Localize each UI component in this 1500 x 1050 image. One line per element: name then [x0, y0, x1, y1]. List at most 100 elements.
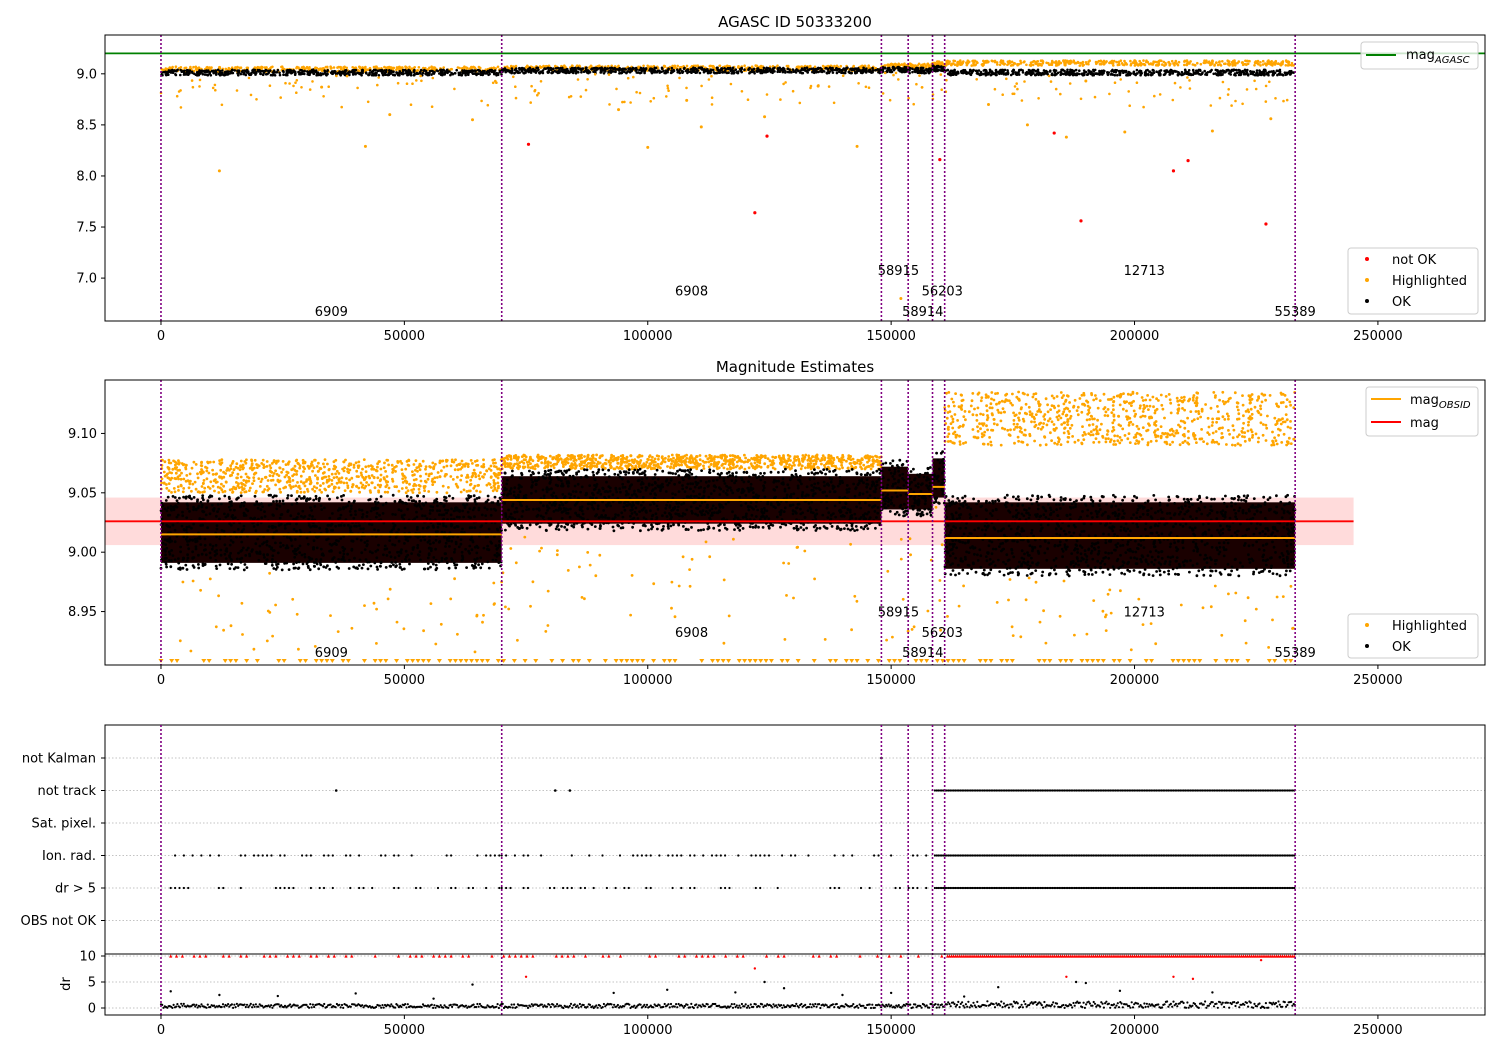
highlighted-point — [451, 478, 455, 481]
y-tick-label: 7.0 — [76, 272, 97, 287]
highlighted-point — [424, 467, 427, 471]
highlighted-point — [287, 475, 291, 479]
highlighted-point — [578, 457, 581, 461]
highlighted-point — [1135, 81, 1139, 84]
highlighted-point — [252, 472, 256, 476]
ok-point — [408, 70, 411, 74]
highlighted-point — [377, 76, 381, 79]
highlighted-point — [407, 464, 411, 467]
highlighted-point — [251, 482, 254, 485]
highlighted-point — [666, 86, 670, 90]
highlighted-point — [496, 65, 500, 69]
highlighted-point — [523, 454, 527, 457]
highlighted-point — [473, 460, 477, 463]
highlighted-point — [678, 76, 681, 80]
ok-point — [174, 73, 177, 76]
highlighted-point — [1253, 79, 1256, 83]
highlighted-point — [460, 459, 464, 463]
highlighted-point — [418, 468, 422, 472]
ok-point — [438, 72, 441, 75]
ok-point — [614, 70, 617, 74]
ok-point — [243, 72, 246, 76]
highlighted-point — [269, 470, 273, 473]
ok-point — [976, 71, 979, 74]
ok-point — [709, 70, 713, 74]
highlighted-point — [1209, 104, 1213, 107]
highlighted-point — [431, 461, 435, 465]
highlighted-point — [1219, 63, 1222, 66]
ok-point — [306, 72, 310, 76]
ok-point — [294, 72, 297, 75]
ok-point — [768, 69, 771, 72]
highlighted-point — [857, 82, 860, 85]
highlighted-point — [1188, 61, 1191, 65]
x-tick-label: 150000 — [866, 329, 916, 344]
ok-point — [765, 70, 768, 74]
highlighted-point — [239, 475, 243, 479]
highlighted-point — [193, 480, 197, 484]
highlighted-point — [803, 455, 807, 459]
highlighted-point — [959, 63, 962, 66]
highlighted-point — [809, 86, 812, 90]
ok-point — [180, 69, 183, 73]
highlighted-point — [1109, 60, 1112, 64]
highlighted-point — [765, 93, 769, 96]
highlighted-point — [701, 459, 705, 463]
highlighted-point — [459, 462, 462, 466]
highlighted-point — [456, 468, 460, 472]
highlighted-point — [386, 458, 390, 462]
highlighted-point — [430, 472, 433, 475]
ok-point — [233, 69, 237, 72]
highlighted-point — [1264, 84, 1268, 88]
highlighted-point — [798, 101, 802, 105]
ok-point — [953, 70, 956, 73]
highlighted-point — [261, 65, 264, 69]
highlighted-point — [205, 477, 209, 481]
highlighted-point — [340, 105, 344, 109]
ok-point — [1244, 72, 1247, 76]
highlighted-point — [1175, 62, 1178, 65]
ok-point — [257, 70, 260, 73]
highlighted-point — [716, 455, 720, 459]
highlighted-point — [240, 485, 244, 489]
highlighted-point — [710, 103, 714, 106]
highlighted-point — [235, 462, 239, 466]
highlighted-point — [821, 454, 825, 458]
highlighted-point — [417, 487, 421, 491]
ok-point — [849, 67, 852, 71]
highlighted-point — [1142, 105, 1145, 109]
ok-point — [1150, 73, 1153, 77]
ok-point — [528, 66, 531, 70]
ok-point — [670, 66, 674, 70]
highlighted-point — [356, 464, 360, 468]
highlighted-point — [413, 66, 417, 69]
obsid-label: 58915 — [878, 264, 919, 279]
highlighted-point — [867, 64, 870, 67]
ok-point — [783, 67, 786, 71]
ok-point — [1087, 72, 1090, 75]
highlighted-point — [228, 474, 232, 478]
highlighted-point — [217, 491, 221, 494]
highlighted-point — [419, 74, 422, 78]
ok-point — [743, 68, 746, 71]
highlighted-point — [178, 461, 181, 465]
highlighted-point — [420, 79, 423, 83]
highlighted-point — [295, 469, 299, 473]
obsid-label: 56203 — [922, 284, 963, 299]
highlighted-point — [1117, 61, 1121, 64]
ok-point — [776, 67, 780, 70]
highlighted-point — [364, 65, 367, 69]
ok-point — [776, 70, 779, 74]
ok-point — [1098, 71, 1102, 74]
highlighted-point — [480, 465, 484, 468]
highlighted-point — [191, 85, 195, 89]
highlighted-point — [219, 468, 223, 472]
ok-point — [311, 68, 315, 71]
highlighted-point — [239, 459, 243, 463]
highlighted-point — [1290, 64, 1294, 67]
highlighted-point — [1084, 79, 1088, 83]
highlighted-point — [743, 64, 746, 67]
highlighted-point — [295, 66, 298, 70]
highlighted-point — [415, 79, 418, 82]
highlighted-point — [445, 460, 448, 463]
